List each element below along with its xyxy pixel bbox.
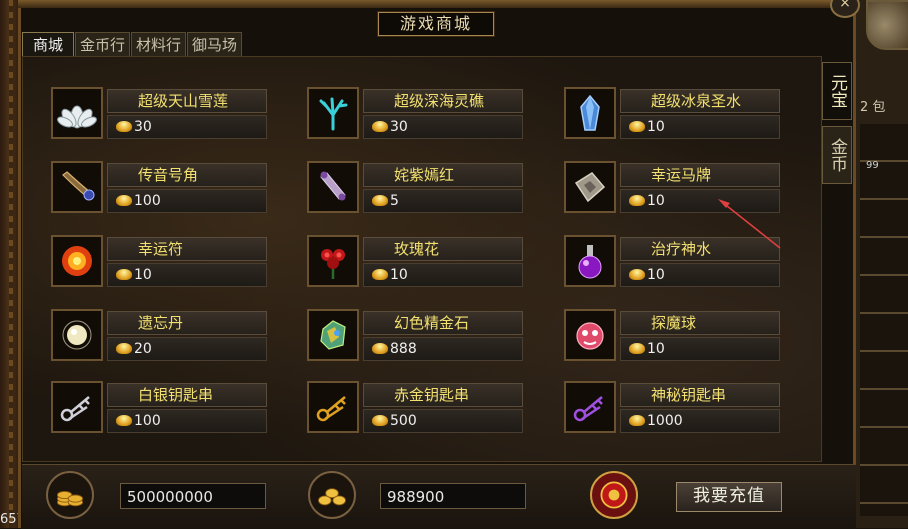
potion-icon: [564, 235, 616, 287]
mystic-keys-icon: [564, 381, 616, 433]
ingot-icon: [629, 121, 645, 132]
ingot-icon: [629, 269, 645, 280]
item-price: 30: [107, 115, 267, 139]
recharge-button[interactable]: 我要充值: [676, 482, 782, 512]
shop-item[interactable]: 传音号角 100: [51, 161, 269, 217]
item-price: 20: [107, 337, 267, 361]
item-price: 1000: [620, 409, 780, 433]
item-name: 姹紫嫣红: [363, 163, 523, 187]
demon-orb-icon: [564, 309, 616, 361]
item-name: 幸运符: [107, 237, 267, 261]
horse-plaque-icon: [564, 161, 616, 213]
item-price: 30: [363, 115, 523, 139]
tab-material-market[interactable]: 材料行: [131, 32, 187, 57]
inventory-tab-label[interactable]: 2 包: [860, 96, 908, 120]
inventory-count: 99: [866, 160, 879, 171]
item-price: 500: [363, 409, 523, 433]
tab-stable[interactable]: 御马场: [187, 32, 243, 57]
tab-gold-market[interactable]: 金币行: [75, 32, 131, 57]
ingot-amount-field: 988900: [380, 483, 526, 509]
horn-icon: [51, 161, 103, 213]
window-top-border: [18, 0, 856, 8]
ingot-icon: [116, 415, 132, 426]
item-price: 100: [107, 189, 267, 213]
item-price: 5: [363, 189, 523, 213]
silver-keys-icon: [51, 381, 103, 433]
item-name: 白银钥匙串: [107, 383, 267, 407]
item-name: 传音号角: [107, 163, 267, 187]
shop-item[interactable]: 超级天山雪莲 30: [51, 87, 269, 143]
coral-icon: [307, 87, 359, 139]
ingot-icon: [372, 195, 388, 206]
ingot-icon: [116, 269, 132, 280]
shop-item[interactable]: 玫瑰花 10: [307, 235, 525, 291]
shop-tabs: 商城 金币行 材料行 御马场: [22, 32, 243, 57]
ingot-icon: [372, 415, 388, 426]
currency-side-tabs: 元宝 金币: [822, 62, 852, 190]
item-price: 10: [620, 189, 780, 213]
talisman-icon: [51, 235, 103, 287]
inventory-grid[interactable]: [860, 124, 908, 516]
shop-item[interactable]: 姹紫嫣红 5: [307, 161, 525, 217]
gold-coins-icon: [46, 471, 94, 519]
item-name: 赤金钥匙串: [363, 383, 523, 407]
ingot-icon: [116, 195, 132, 206]
item-name: 超级天山雪莲: [107, 89, 267, 113]
item-price: 10: [620, 115, 780, 139]
item-price: 888: [363, 337, 523, 361]
item-name: 遗忘丹: [107, 311, 267, 335]
ingot-icon: [372, 343, 388, 354]
ingot-icon: [116, 343, 132, 354]
shop-item[interactable]: 赤金钥匙串 500: [307, 381, 525, 437]
recharge-emblem-icon[interactable]: [590, 471, 638, 519]
gold-amount-field: 500000000: [120, 483, 266, 509]
gold-keys-icon: [307, 381, 359, 433]
ingot-icon: [629, 195, 645, 206]
item-price: 100: [107, 409, 267, 433]
tab-shop[interactable]: 商城: [22, 32, 75, 57]
shop-item[interactable]: 幸运符 10: [51, 235, 269, 291]
item-name: 玫瑰花: [363, 237, 523, 261]
lotus-icon: [51, 87, 103, 139]
shop-item[interactable]: 幸运马牌 10: [564, 161, 782, 217]
ingot-icon: [116, 121, 132, 132]
item-price: 10: [107, 263, 267, 287]
item-name: 探魔球: [620, 311, 780, 335]
gem-stone-icon: [307, 309, 359, 361]
tab-yuanbao[interactable]: 元宝: [822, 62, 852, 120]
ingot-pile-icon: [308, 471, 356, 519]
shop-item[interactable]: 超级深海灵礁 30: [307, 87, 525, 143]
rose-icon: [307, 235, 359, 287]
ingot-icon: [372, 121, 388, 132]
item-price: 10: [620, 337, 780, 361]
item-name: 神秘钥匙串: [620, 383, 780, 407]
ingot-icon: [629, 343, 645, 354]
shop-item[interactable]: 探魔球 10: [564, 309, 782, 365]
ice-crystal-icon: [564, 87, 616, 139]
item-name: 幻色精金石: [363, 311, 523, 335]
ingot-icon: [629, 415, 645, 426]
shop-item[interactable]: 治疗神水 10: [564, 235, 782, 291]
scroll-icon: [307, 161, 359, 213]
shop-item[interactable]: 幻色精金石 888: [307, 309, 525, 365]
shop-item[interactable]: 白银钥匙串 100: [51, 381, 269, 437]
tab-gold-coin[interactable]: 金币: [822, 126, 852, 184]
item-price: 10: [363, 263, 523, 287]
item-price: 10: [620, 263, 780, 287]
item-name: 超级冰泉圣水: [620, 89, 780, 113]
pill-icon: [51, 309, 103, 361]
item-name: 超级深海灵礁: [363, 89, 523, 113]
minimap[interactable]: [866, 0, 908, 50]
shop-item[interactable]: 超级冰泉圣水 10: [564, 87, 782, 143]
shop-item[interactable]: 遗忘丹 20: [51, 309, 269, 365]
item-grid-area: 超级天山雪莲 30 超级深海灵礁 30 超级冰泉圣水 10 传音号角 100 姹…: [22, 56, 822, 462]
item-name: 治疗神水: [620, 237, 780, 261]
ingot-icon: [372, 269, 388, 280]
item-name: 幸运马牌: [620, 163, 780, 187]
window-title: 游戏商城: [378, 12, 494, 36]
shop-item[interactable]: 神秘钥匙串 1000: [564, 381, 782, 437]
